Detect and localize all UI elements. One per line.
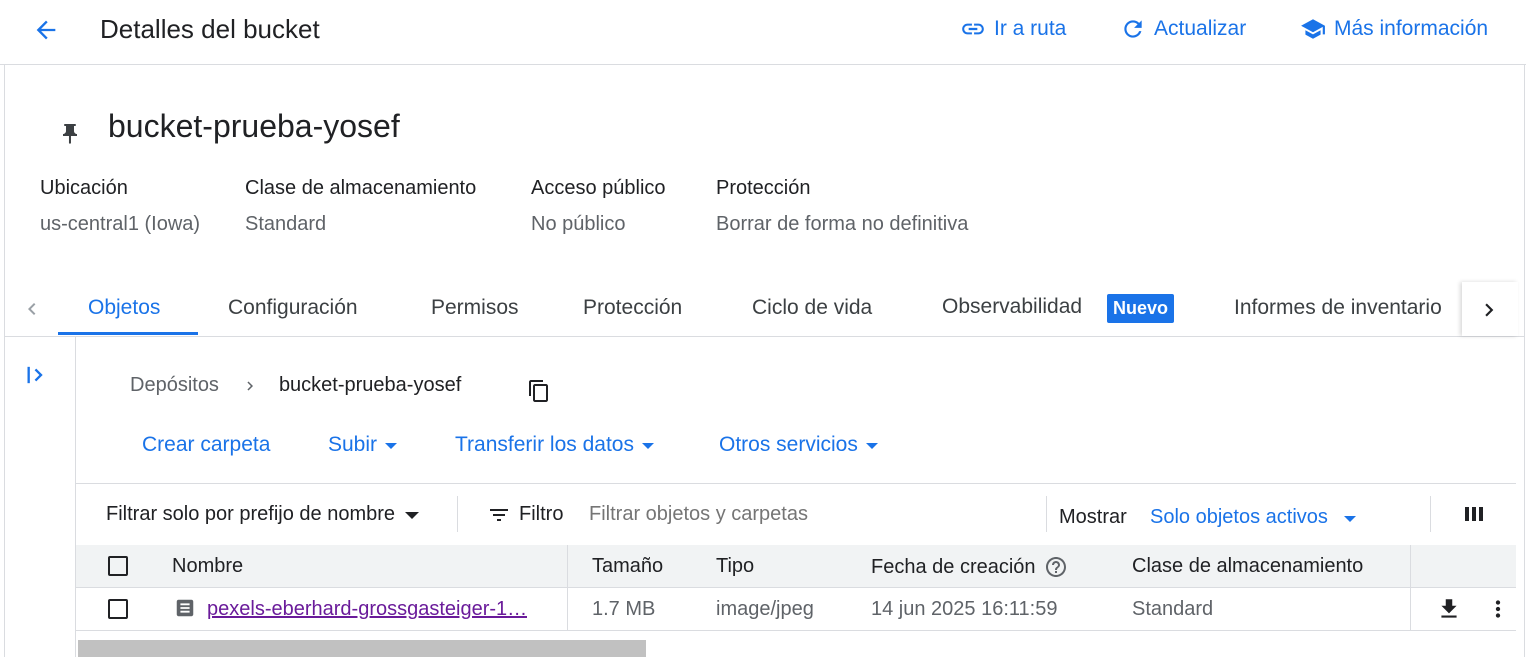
back-arrow-icon[interactable] (32, 16, 60, 44)
checkbox-box (108, 556, 128, 576)
transfer-button[interactable]: Transferir los datos (455, 433, 654, 457)
location-label: Ubicación (40, 177, 128, 199)
new-badge: Nuevo (1107, 294, 1175, 323)
column-header-created-label: Fecha de creación (871, 555, 1036, 578)
chevron-right-icon (1476, 297, 1502, 323)
school-icon (1300, 16, 1326, 42)
checkbox-box (108, 599, 128, 619)
page-title: Detalles del bucket (100, 14, 320, 44)
column-header-size[interactable]: Tamaño (592, 555, 663, 578)
more-vert-icon[interactable] (1485, 596, 1511, 622)
other-services-button[interactable]: Otros servicios (719, 433, 878, 457)
tab-permissions[interactable]: Permisos (431, 296, 519, 320)
caret-down-icon (865, 443, 878, 449)
bucket-name-heading: bucket-prueba-yosef (108, 108, 400, 144)
horizontal-scrollbar[interactable] (78, 640, 646, 657)
object-storage-class: Standard (1132, 598, 1214, 620)
tab-configuration[interactable]: Configuración (228, 296, 358, 320)
storage-class-label: Clase de almacenamiento (245, 177, 477, 199)
refresh-button[interactable]: Actualizar (1120, 16, 1246, 42)
go-to-path-button[interactable]: Ir a ruta (960, 16, 1066, 42)
top-header: Detalles del bucket Ir a ruta Actualizar… (0, 0, 1526, 65)
column-header-storage-class[interactable]: Clase de almacenamiento (1132, 555, 1363, 578)
upload-label: Subir (328, 433, 378, 456)
show-label: Mostrar (1059, 506, 1127, 528)
breadcrumb: Depósitos bucket-prueba-yosef (130, 374, 461, 397)
help-icon[interactable] (1044, 555, 1068, 579)
other-services-label: Otros servicios (719, 433, 858, 456)
tab-observability[interactable]: Observabilidad (942, 295, 1082, 319)
transfer-label: Transferir los datos (455, 433, 634, 456)
refresh-label: Actualizar (1154, 17, 1247, 40)
caret-down-icon (405, 512, 420, 519)
tabs-scroll-right-button[interactable] (1462, 282, 1518, 336)
breadcrumb-current: bucket-prueba-yosef (278, 374, 462, 396)
filter-divider (457, 496, 458, 532)
breadcrumb-separator-icon (241, 377, 259, 395)
more-info-button[interactable]: Más información (1300, 16, 1488, 42)
public-access-value: No público (531, 213, 626, 235)
row-checkbox[interactable] (108, 599, 128, 619)
tab-objects[interactable]: Objetos (88, 296, 160, 320)
public-access-label: Acceso público (531, 177, 666, 199)
storage-class-value: Standard (245, 213, 327, 235)
tab-lifecycle[interactable]: Ciclo de vida (752, 296, 872, 320)
breadcrumb-root-link[interactable]: Depósitos (130, 374, 219, 397)
location-value: us-central1 (Iowa) (40, 213, 201, 235)
protection-label: Protección (716, 177, 811, 199)
column-header-name[interactable]: Nombre (172, 555, 243, 578)
tab-inventory-reports[interactable]: Informes de inventario (1234, 296, 1462, 320)
column-header-type[interactable]: Tipo (716, 555, 754, 578)
caret-down-icon (1343, 515, 1356, 522)
left-edge-divider (0, 64, 5, 657)
prefix-filter-label: Filtrar solo por prefijo de nombre (106, 503, 396, 525)
active-tab-indicator (58, 332, 198, 335)
column-display-icon[interactable] (1462, 502, 1486, 526)
object-type: image/jpeg (716, 598, 814, 620)
copy-icon[interactable] (527, 379, 551, 403)
show-divider (1046, 496, 1047, 532)
select-all-checkbox[interactable] (108, 556, 128, 576)
link-icon (960, 16, 986, 42)
protection-value: Borrar de forma no definitiva (716, 213, 969, 235)
caret-down-icon (385, 443, 398, 449)
create-folder-label: Crear carpeta (142, 433, 271, 456)
filter-list-icon (487, 503, 511, 527)
caret-down-icon (641, 443, 654, 449)
pin-icon[interactable] (58, 120, 82, 148)
upload-button[interactable]: Subir (328, 433, 398, 457)
more-info-label: Más información (1334, 17, 1489, 40)
go-to-path-label: Ir a ruta (994, 17, 1067, 40)
show-active-dropdown[interactable]: Solo objetos activos (1150, 506, 1356, 529)
refresh-icon (1120, 16, 1146, 42)
create-folder-button[interactable]: Crear carpeta (142, 433, 270, 457)
object-size: 1.7 MB (592, 598, 656, 620)
show-divider-right (1430, 496, 1431, 532)
tabs-scroll-left-icon[interactable] (20, 297, 44, 321)
object-created: 14 jun 2025 16:11:59 (871, 598, 1058, 620)
column-header-created[interactable]: Fecha de creación (871, 555, 1068, 579)
prefix-filter-dropdown[interactable]: Filtrar solo por prefijo de nombre (106, 503, 420, 526)
show-active-label: Solo objetos activos (1150, 506, 1328, 528)
filter-label: Filtro (519, 503, 564, 525)
object-name-link[interactable]: pexels-eberhard-grossgasteiger-1… (207, 598, 527, 621)
expand-panel-icon[interactable] (24, 361, 52, 389)
right-edge-divider (1524, 64, 1525, 657)
file-icon (174, 597, 196, 619)
filter-input[interactable] (583, 498, 1035, 530)
tab-protection[interactable]: Protección (583, 296, 682, 320)
download-icon[interactable] (1436, 596, 1462, 622)
